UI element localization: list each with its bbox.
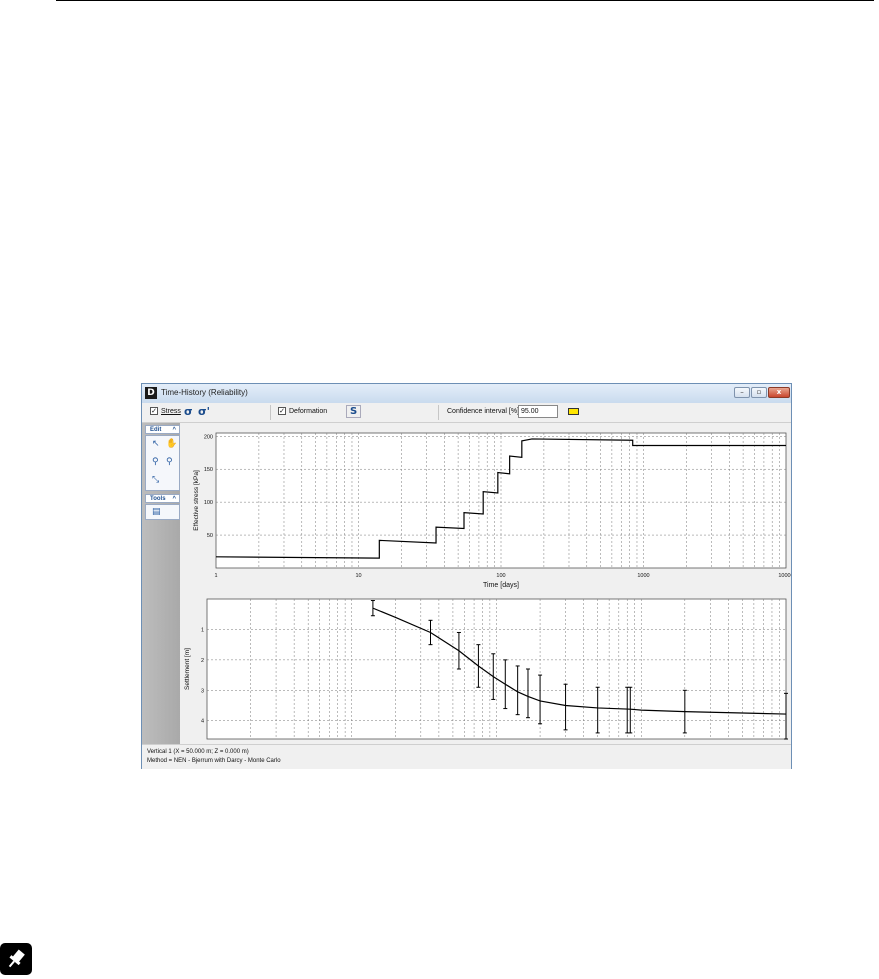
deformation-checkbox[interactable]: ✓ — [278, 407, 286, 415]
x-tick-label: 1 — [214, 573, 217, 579]
stress-label[interactable]: Stress — [161, 408, 181, 415]
sigma-icon[interactable]: σ — [184, 405, 193, 418]
close-button[interactable]: x — [768, 387, 790, 398]
tools-panel-header[interactable]: Tools ^ — [145, 494, 180, 503]
zoom-window-icon[interactable]: ⤡ — [152, 475, 159, 485]
collapse-icon[interactable]: ^ — [172, 495, 176, 503]
window-title: Time-History (Reliability) — [161, 388, 248, 397]
y-axis-label: Settlement [m] — [184, 648, 191, 690]
zoom-in-icon[interactable]: ⚲ — [152, 457, 159, 467]
y-tick-label: 100 — [204, 500, 213, 506]
time-history-charts[interactable]: 50 100 150 200 1 10 100 1000 10000 Time [days] Eff… — [181, 423, 794, 750]
pan-hand-icon[interactable]: ✋ — [166, 439, 177, 449]
y-tick-label: 2 — [201, 658, 204, 664]
status-location: Vertical 1 (X = 50.000 m; Z = 0.000 m) — [147, 749, 249, 755]
confidence-interval-label: Confidence interval [%] — [447, 408, 519, 415]
chart-area: 50 100 150 200 1 10 100 1000 10000 Time [days] Eff… — [181, 423, 794, 750]
tools-panel-tools: ▤ — [145, 504, 180, 520]
title-bar[interactable]: D Time-History (Reliability) – ▫ x — [142, 384, 791, 404]
pin-glyph — [8, 949, 25, 968]
toolbar-separator — [438, 405, 439, 420]
select-arrow-icon[interactable]: ↖ — [152, 439, 160, 449]
y-tick-label: 4 — [201, 719, 204, 725]
x-axis-label: Time [days] — [483, 582, 519, 589]
toolbar-separator — [270, 405, 271, 420]
settlement-s-icon[interactable]: S — [346, 405, 362, 418]
edit-panel-header[interactable]: Edit ^ — [145, 425, 180, 434]
x-tick-label: 10 — [355, 573, 361, 579]
stress-chart: 50 100 150 200 1 10 100 1000 10000 Time [days] Eff… — [193, 432, 794, 589]
sigma-effective-icon[interactable]: σ' — [198, 405, 210, 418]
y-tick-label: 1 — [201, 627, 204, 633]
side-panel: Edit ^ ↖ ✋ ⚲ ⚲ ⤡ Tools ^ ▤ — [142, 423, 180, 744]
time-history-window: D Time-History (Reliability) – ▫ x ✓ Str… — [141, 383, 794, 769]
page-top-rule — [56, 0, 874, 1]
settlement-chart: 1234110100100010000Settlement [m] — [184, 598, 794, 750]
confidence-interval-input[interactable]: 95.00 — [518, 405, 558, 418]
x-tick-label: 1000 — [637, 573, 649, 579]
pin-needle — [8, 960, 15, 968]
y-axis-label: Effective stress [kPa] — [193, 470, 200, 531]
maximize-button[interactable]: ▫ — [751, 387, 767, 398]
app-icon: D — [145, 387, 157, 399]
status-bar: Vertical 1 (X = 50.000 m; Z = 0.000 m) M… — [142, 744, 791, 769]
status-method: Method = NEN - Bjerrum with Darcy - Mont… — [147, 758, 281, 764]
y-tick-label: 3 — [201, 688, 204, 694]
toolbar: ✓ Stress σ σ' ✓ Deformation S Confidence… — [142, 403, 791, 423]
calculate-icon[interactable] — [568, 408, 579, 415]
deformation-label[interactable]: Deformation — [289, 408, 327, 415]
zoom-out-icon[interactable]: ⚲ — [166, 457, 173, 467]
export-chart-icon[interactable]: ▤ — [152, 507, 161, 517]
y-tick-label: 200 — [204, 434, 213, 440]
y-tick-label: 150 — [204, 467, 213, 473]
y-tick-label: 50 — [207, 533, 213, 539]
collapse-icon[interactable]: ^ — [172, 426, 176, 434]
stress-checkbox[interactable]: ✓ — [150, 407, 158, 415]
edit-panel-label: Edit — [150, 427, 162, 433]
edit-panel-tools: ↖ ✋ ⚲ ⚲ ⤡ — [145, 435, 180, 491]
minimize-button[interactable]: – — [734, 387, 750, 398]
tools-panel-label: Tools — [150, 496, 166, 502]
x-tick-label: 10000 — [778, 573, 791, 579]
x-tick-label: 100 — [496, 573, 505, 579]
note-pin-icon — [0, 943, 32, 975]
